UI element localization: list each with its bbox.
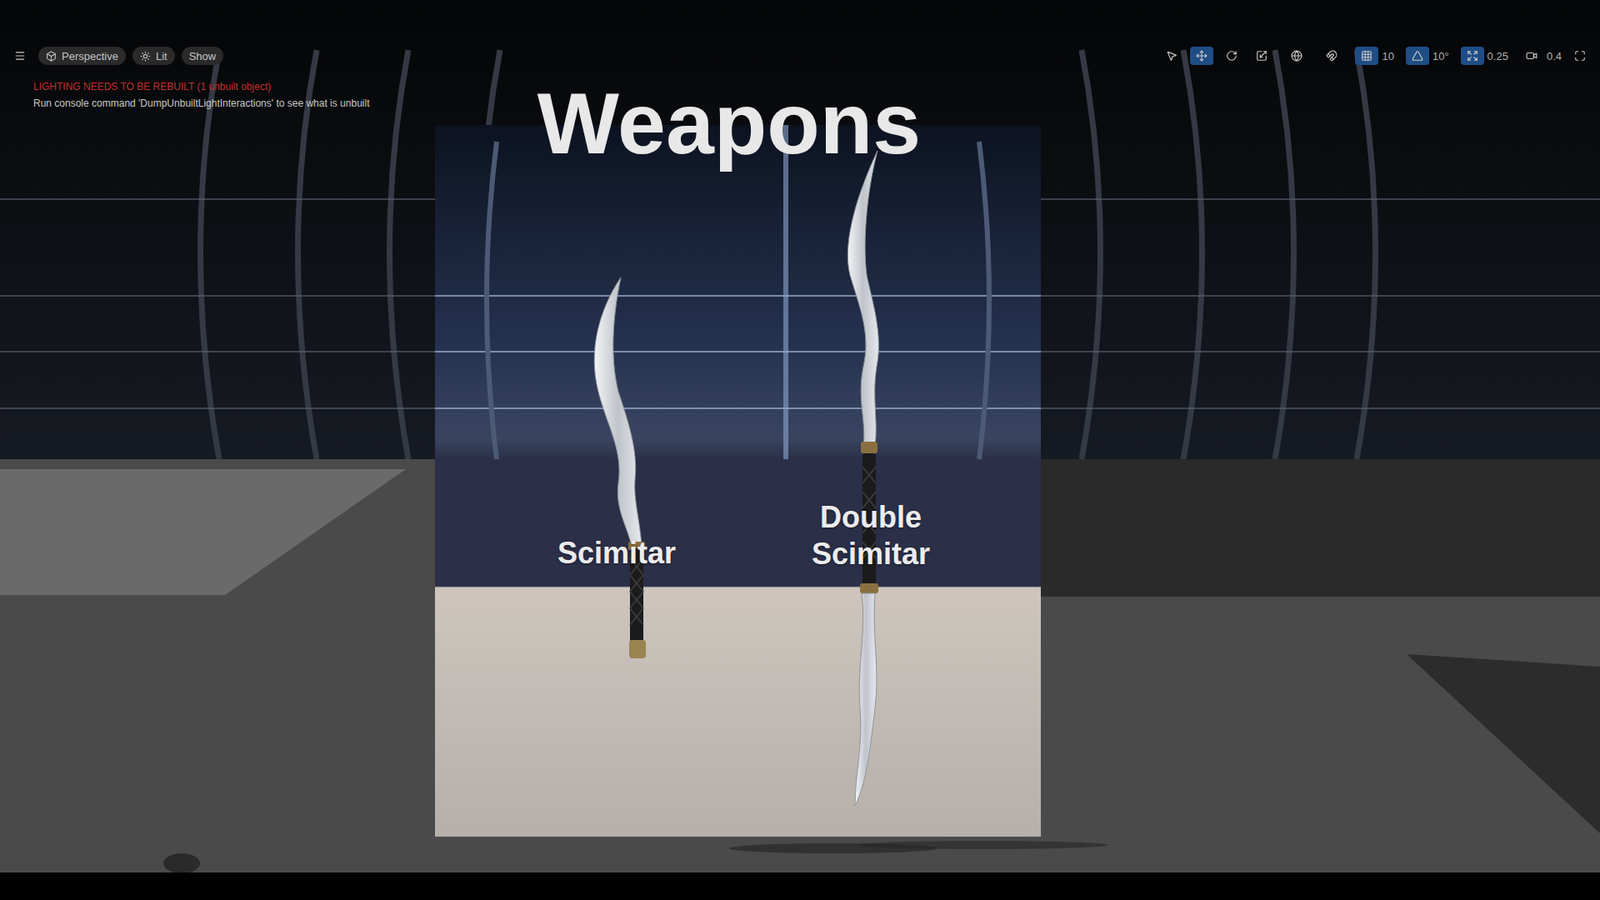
rotation-snap[interactable]: 10° xyxy=(1405,46,1450,65)
scale-snap[interactable]: 0.25 xyxy=(1460,46,1509,65)
viewport-message: Run console command 'DumpUnbuiltLightInt… xyxy=(33,95,1600,112)
world-snap-icon[interactable] xyxy=(1285,46,1309,65)
scale-tool-icon[interactable] xyxy=(1250,46,1274,65)
view-options: Perspective Lit Show xyxy=(8,46,224,65)
editor-page: WeaponsScimitarDoubleScimitarPerspective… xyxy=(0,0,1600,900)
weapon-label: DoubleScimitar xyxy=(770,499,971,573)
grid-snap[interactable]: 10 xyxy=(1355,46,1394,65)
scimitar-model[interactable] xyxy=(594,277,646,659)
weapon-label-line: Double xyxy=(770,499,971,536)
lit-button[interactable]: Lit xyxy=(132,46,175,65)
weapon-label-line: Scimitar xyxy=(516,535,717,572)
maximize-icon[interactable] xyxy=(1568,46,1592,65)
transform-controls: 10 10° 0.25 0.4 xyxy=(1160,46,1592,65)
select-tool-icon[interactable] xyxy=(1160,46,1184,65)
scene-render: WeaponsScimitarDoubleScimitar xyxy=(0,0,1600,873)
world-snap[interactable] xyxy=(1285,46,1309,65)
viewport-hud: Perspective Lit Show 10 10° 0.25 0.4 LIGHTING N… xyxy=(0,0,1600,112)
viewport-toolbar: Perspective Lit Show 10 10° 0.25 0.4 xyxy=(0,45,1600,67)
surface-snap-icon[interactable] xyxy=(1320,46,1344,65)
weapons-title: Weapons xyxy=(479,71,980,176)
weapon-label: Scimitar xyxy=(516,535,717,572)
viewport-messages: LIGHTING NEEDS TO BE REBUILT (1 unbuilt … xyxy=(0,78,1600,112)
show-button[interactable]: Show xyxy=(181,46,225,65)
rotation-snap-icon[interactable] xyxy=(1405,46,1430,65)
viewport-message: LIGHTING NEEDS TO BE REBUILT (1 unbuilt … xyxy=(33,78,1600,95)
double-scimitar-model[interactable] xyxy=(847,150,879,806)
perspective-button[interactable]: Perspective xyxy=(38,46,126,65)
rotate-tool-icon[interactable] xyxy=(1220,46,1244,65)
grid-snap-icon[interactable] xyxy=(1355,46,1379,65)
camera-snap[interactable]: 0.4 xyxy=(1520,46,1562,65)
move-tool-icon[interactable] xyxy=(1190,46,1214,65)
weapon-label-line: Scimitar xyxy=(770,535,971,573)
level-viewport[interactable]: WeaponsScimitarDoubleScimitarPerspective… xyxy=(0,0,1600,873)
surface-snap[interactable] xyxy=(1320,46,1344,65)
menu-icon[interactable] xyxy=(8,46,32,65)
camera-snap-icon[interactable] xyxy=(1520,46,1544,65)
bottom-bar xyxy=(0,872,1600,900)
scale-snap-icon[interactable] xyxy=(1460,46,1485,65)
